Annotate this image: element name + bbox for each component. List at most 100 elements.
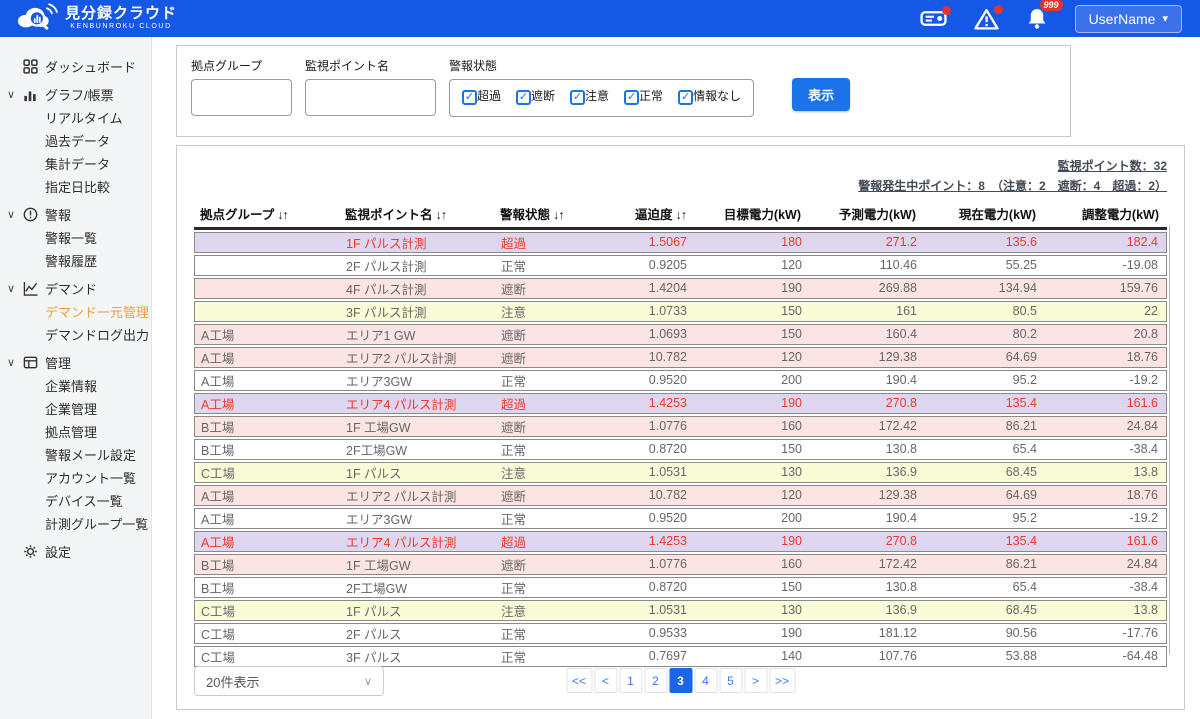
table-cell: 1.0776 bbox=[610, 419, 695, 433]
alarm-status-checkbox[interactable]: ✓情報なし bbox=[678, 87, 741, 105]
column-header[interactable]: 逼迫度↓↑ bbox=[609, 204, 694, 223]
chevron-down-icon[interactable]: ∨ bbox=[7, 282, 23, 295]
alarm-status-checkbox[interactable]: ✓遮断 bbox=[516, 87, 555, 105]
table-cell: 0.8720 bbox=[610, 442, 695, 456]
column-header[interactable]: 警報状態↓↑ bbox=[494, 204, 609, 223]
table-row[interactable]: A工場エリア2 パルス計測遮断10.782120129.3864.6918.76 bbox=[194, 485, 1167, 506]
pagination-button[interactable]: 1 bbox=[619, 668, 642, 693]
sidebar-item[interactable]: ∨警報 bbox=[0, 203, 151, 226]
checkbox-checked-icon[interactable]: ✓ bbox=[570, 90, 585, 105]
table-row[interactable]: A工場エリア3GW正常0.9520200190.495.2-19.2 bbox=[194, 370, 1167, 391]
column-header-label: 現在電力(kW) bbox=[959, 208, 1036, 222]
table-cell: 0.9520 bbox=[610, 511, 695, 525]
sidebar-item[interactable]: 計測グループ一覧 bbox=[0, 512, 151, 535]
table-cell: 190 bbox=[695, 534, 810, 548]
cloud-logo-icon bbox=[14, 2, 58, 36]
chevron-down-icon[interactable]: ∨ bbox=[7, 356, 23, 369]
sort-icon[interactable]: ↓↑ bbox=[436, 208, 447, 222]
pagination-button[interactable]: << bbox=[566, 668, 592, 693]
sidebar-item[interactable]: 集計データ bbox=[0, 152, 151, 175]
table-cell: 1.4204 bbox=[610, 281, 695, 295]
checkbox-checked-icon[interactable]: ✓ bbox=[516, 90, 531, 105]
table-row[interactable]: B工場2F工場GW正常0.8720150130.865.4-38.4 bbox=[194, 577, 1167, 598]
sidebar-item[interactable]: ∨グラフ/帳票 bbox=[0, 83, 151, 106]
sidebar-item[interactable]: 過去データ bbox=[0, 129, 151, 152]
table-row[interactable]: A工場エリア3GW正常0.9520200190.495.2-19.2 bbox=[194, 508, 1167, 529]
table-cell: 130 bbox=[695, 603, 810, 617]
sidebar-item[interactable]: 指定日比較 bbox=[0, 175, 151, 198]
table-row[interactable]: B工場1F 工場GW遮断1.0776160172.4286.2124.84 bbox=[194, 416, 1167, 437]
pagination-button[interactable]: 3 bbox=[669, 668, 692, 693]
dashboard-icon bbox=[23, 59, 45, 74]
checkbox-checked-icon[interactable]: ✓ bbox=[624, 90, 639, 105]
sidebar-item[interactable]: デマンドログ出力 bbox=[0, 323, 151, 346]
table-row[interactable]: B工場2F工場GW正常0.8720150130.865.4-38.4 bbox=[194, 439, 1167, 460]
pagination-button[interactable]: < bbox=[594, 668, 617, 693]
column-header[interactable]: 拠点グループ↓↑ bbox=[194, 204, 339, 223]
table-cell: 正常 bbox=[495, 371, 610, 390]
sidebar-item[interactable]: ∨デマンド bbox=[0, 277, 151, 300]
alarm-status-checkbox[interactable]: ✓注意 bbox=[570, 87, 609, 105]
table-row[interactable]: 2F パルス計測正常0.9205120110.4655.25-19.08 bbox=[194, 255, 1167, 276]
sidebar-item[interactable]: デバイス一覧 bbox=[0, 489, 151, 512]
table-row[interactable]: C工場1F パルス注意1.0531130136.968.4513.8 bbox=[194, 462, 1167, 483]
sort-icon[interactable]: ↓↑ bbox=[676, 208, 687, 222]
show-button[interactable]: 表示 bbox=[792, 78, 850, 111]
sort-icon[interactable]: ↓↑ bbox=[553, 208, 564, 222]
table-row[interactable]: B工場1F 工場GW遮断1.0776160172.4286.2124.84 bbox=[194, 554, 1167, 575]
chevron-down-icon[interactable]: ∨ bbox=[7, 88, 23, 101]
site-group-input[interactable] bbox=[191, 79, 292, 116]
checkbox-checked-icon[interactable]: ✓ bbox=[462, 90, 477, 105]
table-cell: 1.0693 bbox=[610, 327, 695, 341]
sidebar-item[interactable]: ∨管理 bbox=[0, 351, 151, 374]
sidebar-item[interactable]: 警報履歴 bbox=[0, 249, 151, 272]
pagination-button[interactable]: > bbox=[744, 668, 767, 693]
column-header[interactable]: 監視ポイント名↓↑ bbox=[339, 204, 494, 223]
table-row[interactable]: 1F パルス計測超過1.5067180271.2135.6182.4 bbox=[194, 232, 1167, 253]
sidebar-item[interactable]: 拠点管理 bbox=[0, 420, 151, 443]
user-menu-button[interactable]: UserName ▾ bbox=[1075, 5, 1182, 33]
warning-icon[interactable] bbox=[974, 8, 999, 30]
table-cell: 2F工場GW bbox=[340, 440, 495, 459]
point-name-input[interactable] bbox=[305, 79, 436, 116]
table-cell: A工場 bbox=[195, 532, 340, 551]
bell-icon[interactable]: 999 bbox=[1026, 7, 1048, 30]
table-cell: 130.8 bbox=[810, 580, 925, 594]
sort-icon[interactable]: ↓↑ bbox=[277, 208, 288, 222]
pagination-button[interactable]: >> bbox=[769, 668, 795, 693]
sidebar-item[interactable]: アカウント一覧 bbox=[0, 466, 151, 489]
table-scrollbar[interactable] bbox=[1169, 226, 1175, 654]
table-row[interactable]: A工場エリア4 パルス計測超過1.4253190270.8135.4161.6 bbox=[194, 393, 1167, 414]
sidebar-item[interactable]: デマンド一元管理 bbox=[0, 300, 151, 323]
pagination-button[interactable]: 2 bbox=[644, 668, 667, 693]
chevron-down-icon[interactable]: ∨ bbox=[7, 208, 23, 221]
sidebar-item[interactable]: 警報メール設定 bbox=[0, 443, 151, 466]
pagination-button[interactable]: 4 bbox=[694, 668, 717, 693]
sidebar-item[interactable]: 設定 bbox=[0, 540, 151, 563]
checkbox-checked-icon[interactable]: ✓ bbox=[678, 90, 693, 105]
point-name-field: 監視ポイント名 bbox=[305, 57, 436, 136]
table-row[interactable]: 4F パルス計測遮断1.4204190269.88134.94159.76 bbox=[194, 278, 1167, 299]
table-row[interactable]: C工場3F パルス正常0.7697140107.7653.88-64.48 bbox=[194, 646, 1167, 667]
sidebar-item[interactable]: 企業情報 bbox=[0, 374, 151, 397]
table-row[interactable]: 3F パルス計測注意1.073315016180.522 bbox=[194, 301, 1167, 322]
sidebar-item[interactable]: 警報一覧 bbox=[0, 226, 151, 249]
alert-dot-badge bbox=[994, 5, 1003, 14]
table-cell: A工場 bbox=[195, 371, 340, 390]
checkbox-label: 正常 bbox=[639, 89, 663, 103]
alarm-status-checkbox[interactable]: ✓超過 bbox=[462, 87, 501, 105]
table-row[interactable]: C工場1F パルス注意1.0531130136.968.4513.8 bbox=[194, 600, 1167, 621]
table-row[interactable]: A工場エリア1 GW遮断1.0693150160.480.220.8 bbox=[194, 324, 1167, 345]
table-cell: 200 bbox=[695, 511, 810, 525]
device-status-icon[interactable] bbox=[920, 9, 947, 28]
table-row[interactable]: A工場エリア2 パルス計測遮断10.782120129.3864.6918.76 bbox=[194, 347, 1167, 368]
sidebar-item[interactable]: 企業管理 bbox=[0, 397, 151, 420]
page-size-select[interactable]: 20件表示 ∨ bbox=[194, 666, 384, 696]
sidebar-item[interactable]: リアルタイム bbox=[0, 106, 151, 129]
table-row[interactable]: C工場2F パルス正常0.9533190181.1290.56-17.76 bbox=[194, 623, 1167, 644]
sidebar-item-label: 集計データ bbox=[45, 154, 110, 173]
alarm-status-checkbox[interactable]: ✓正常 bbox=[624, 87, 663, 105]
pagination-button[interactable]: 5 bbox=[719, 668, 742, 693]
table-row[interactable]: A工場エリア4 パルス計測超過1.4253190270.8135.4161.6 bbox=[194, 531, 1167, 552]
sidebar-item[interactable]: ダッシュボード bbox=[0, 55, 151, 78]
